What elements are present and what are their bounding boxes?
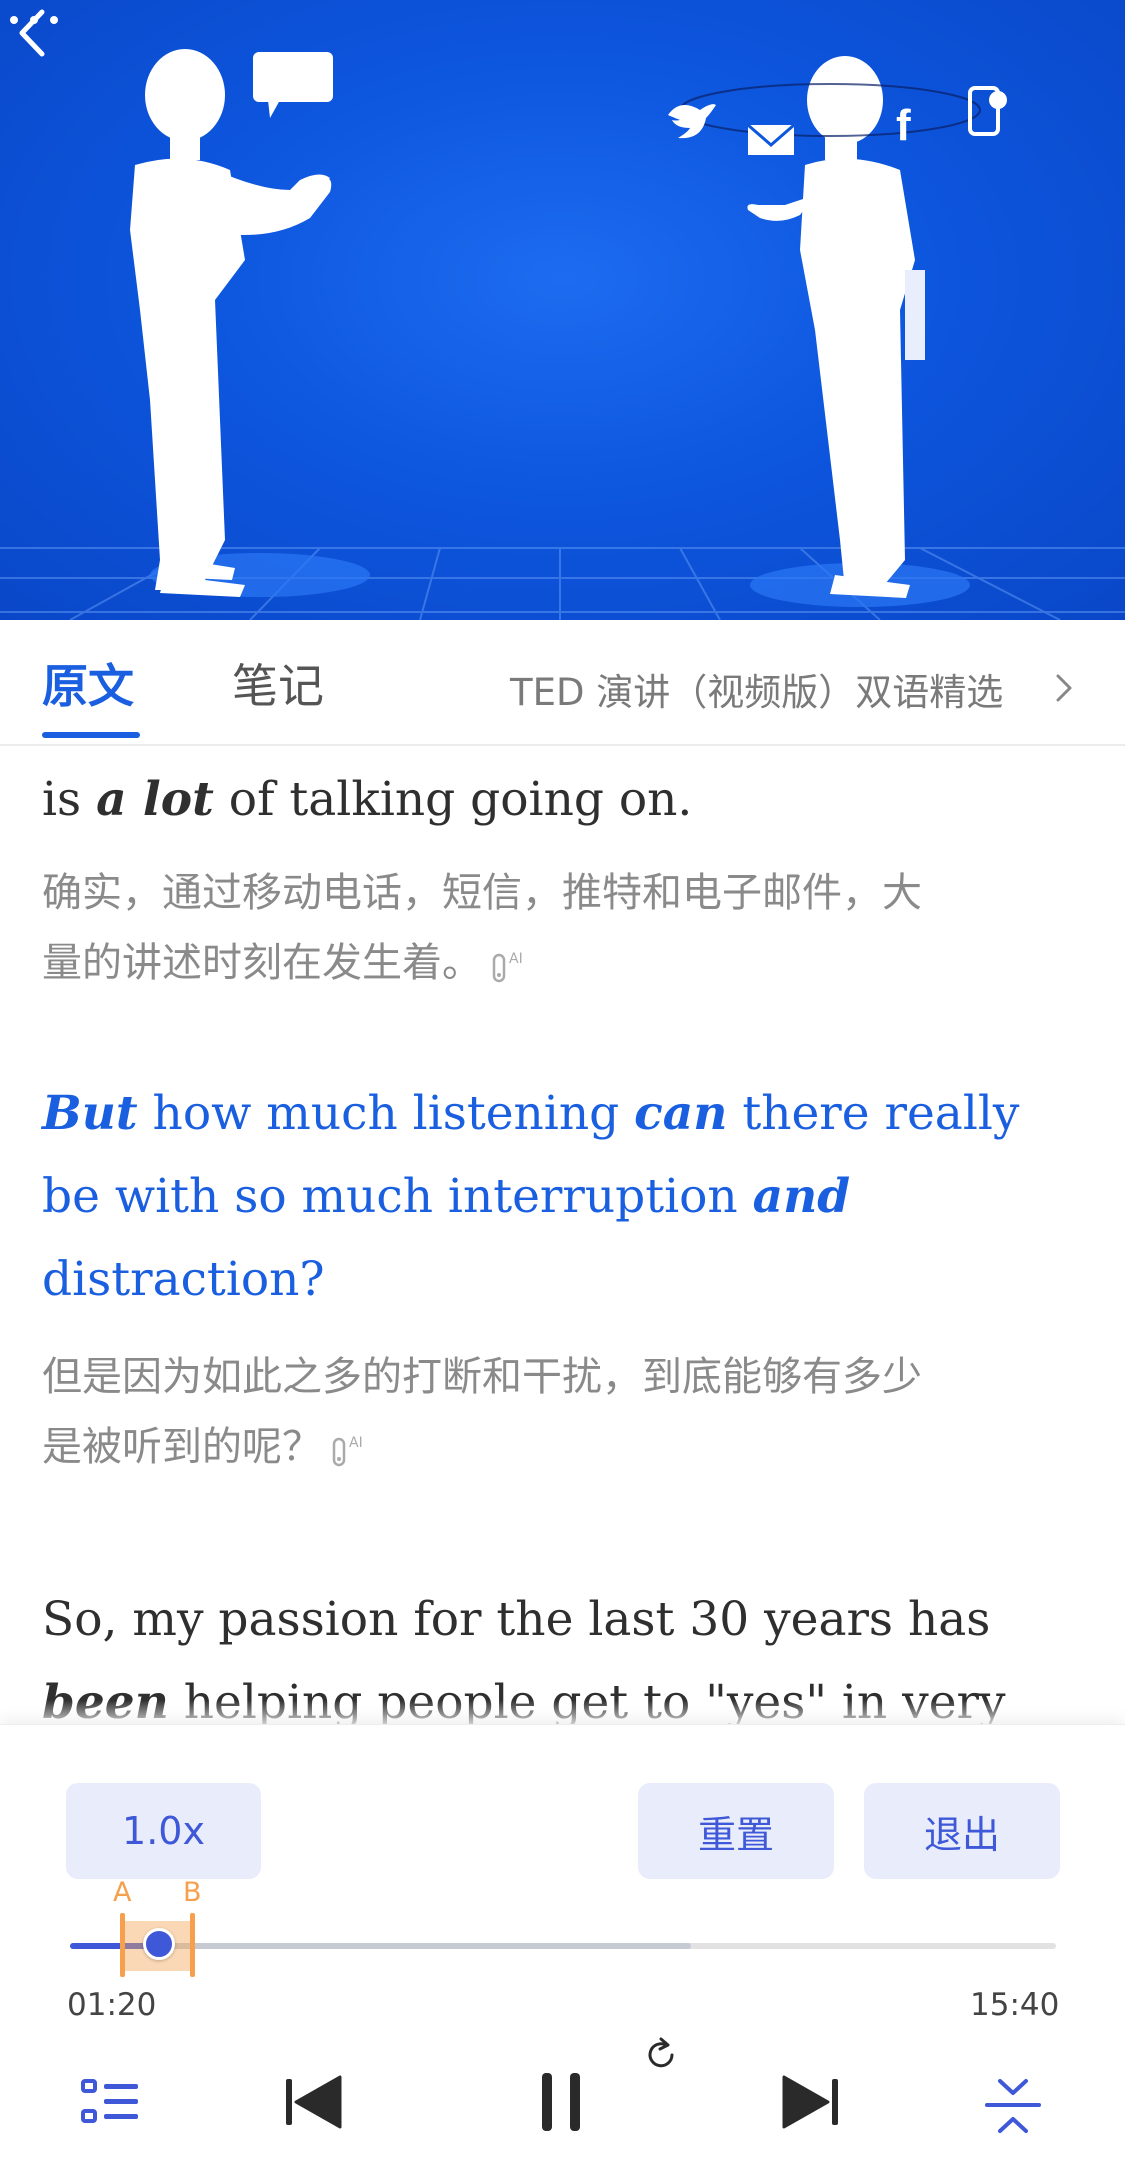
reset-button[interactable]: 重置 xyxy=(638,1783,834,1879)
ab-label-b: B xyxy=(183,1877,202,1908)
email-icon xyxy=(747,123,795,155)
twitter-bird-icon xyxy=(668,104,716,139)
tab-original-text[interactable]: 原文 xyxy=(42,650,134,716)
speaking-person-silhouette xyxy=(130,49,332,597)
translation-line: 确实，通过移动电话，短信，推特和电子邮件，大 xyxy=(42,870,922,916)
audio-player-panel: 1.0x 重置 退出 A B 01:20 15:40 xyxy=(0,1724,1125,2164)
chevron-right-icon[interactable] xyxy=(1052,668,1076,708)
sentence-translation: 确实，通过移动电话，短信，推特和电子邮件，大 量的讲述时刻在发生着。 AI xyxy=(42,858,1082,998)
svg-text:AI: AI xyxy=(349,1435,363,1451)
speed-button[interactable]: 1.0x xyxy=(66,1783,261,1879)
video-player[interactable]: f xyxy=(0,0,1125,620)
active-tab-indicator xyxy=(42,732,140,738)
translation-line: 但是因为如此之多的打断和干扰，到底能够有多少 xyxy=(42,1354,922,1400)
speech-bubble-icon xyxy=(253,52,333,118)
transcript-panel[interactable]: is a lot of talking going on. 确实，通过移动电话，… xyxy=(0,746,1125,1726)
current-time: 01:20 xyxy=(67,1987,157,2023)
mobile-phone-icon xyxy=(968,86,1007,136)
facebook-icon: f xyxy=(896,101,911,150)
exit-button[interactable]: 退出 xyxy=(864,1783,1060,1879)
translation-line: 量的讲述时刻在发生着。 xyxy=(42,940,482,986)
next-icon[interactable] xyxy=(778,2071,842,2133)
playlist-icon[interactable] xyxy=(80,2077,142,2133)
sentence-english-active[interactable]: But how much listening can there really b… xyxy=(42,1072,1092,1321)
progress-track[interactable] xyxy=(70,1943,1056,1949)
pause-icon[interactable] xyxy=(540,2069,584,2135)
tab-bar: 原文 笔记 TED 演讲（视频版）双语精选 xyxy=(0,620,1125,746)
loop-icon[interactable] xyxy=(644,2037,680,2073)
previous-icon[interactable] xyxy=(282,2071,346,2133)
ab-marker-a[interactable] xyxy=(120,1913,125,1977)
tab-notes[interactable]: 笔记 xyxy=(232,650,324,716)
sentence-english[interactable]: is a lot of talking going on. xyxy=(42,758,1092,841)
ai-tag-icon[interactable]: AI xyxy=(332,1429,376,1469)
collapse-icon[interactable] xyxy=(982,2075,1044,2137)
ai-tag-icon[interactable]: AI xyxy=(492,945,536,985)
ab-marker-b[interactable] xyxy=(190,1913,195,1977)
progress-thumb[interactable] xyxy=(143,1928,175,1960)
video-frame-illustration: f xyxy=(0,49,1125,620)
total-time: 15:40 xyxy=(970,1987,1060,2023)
ab-label-a: A xyxy=(113,1877,132,1908)
album-link[interactable]: TED 演讲（视频版）双语精选 xyxy=(510,662,1003,716)
svg-text:AI: AI xyxy=(509,951,523,967)
sentence-translation: 但是因为如此之多的打断和干扰，到底能够有多少 是被听到的呢？ AI xyxy=(42,1342,1082,1482)
translation-line: 是被听到的呢？ xyxy=(42,1424,322,1470)
more-dots-icon[interactable] xyxy=(0,0,70,40)
